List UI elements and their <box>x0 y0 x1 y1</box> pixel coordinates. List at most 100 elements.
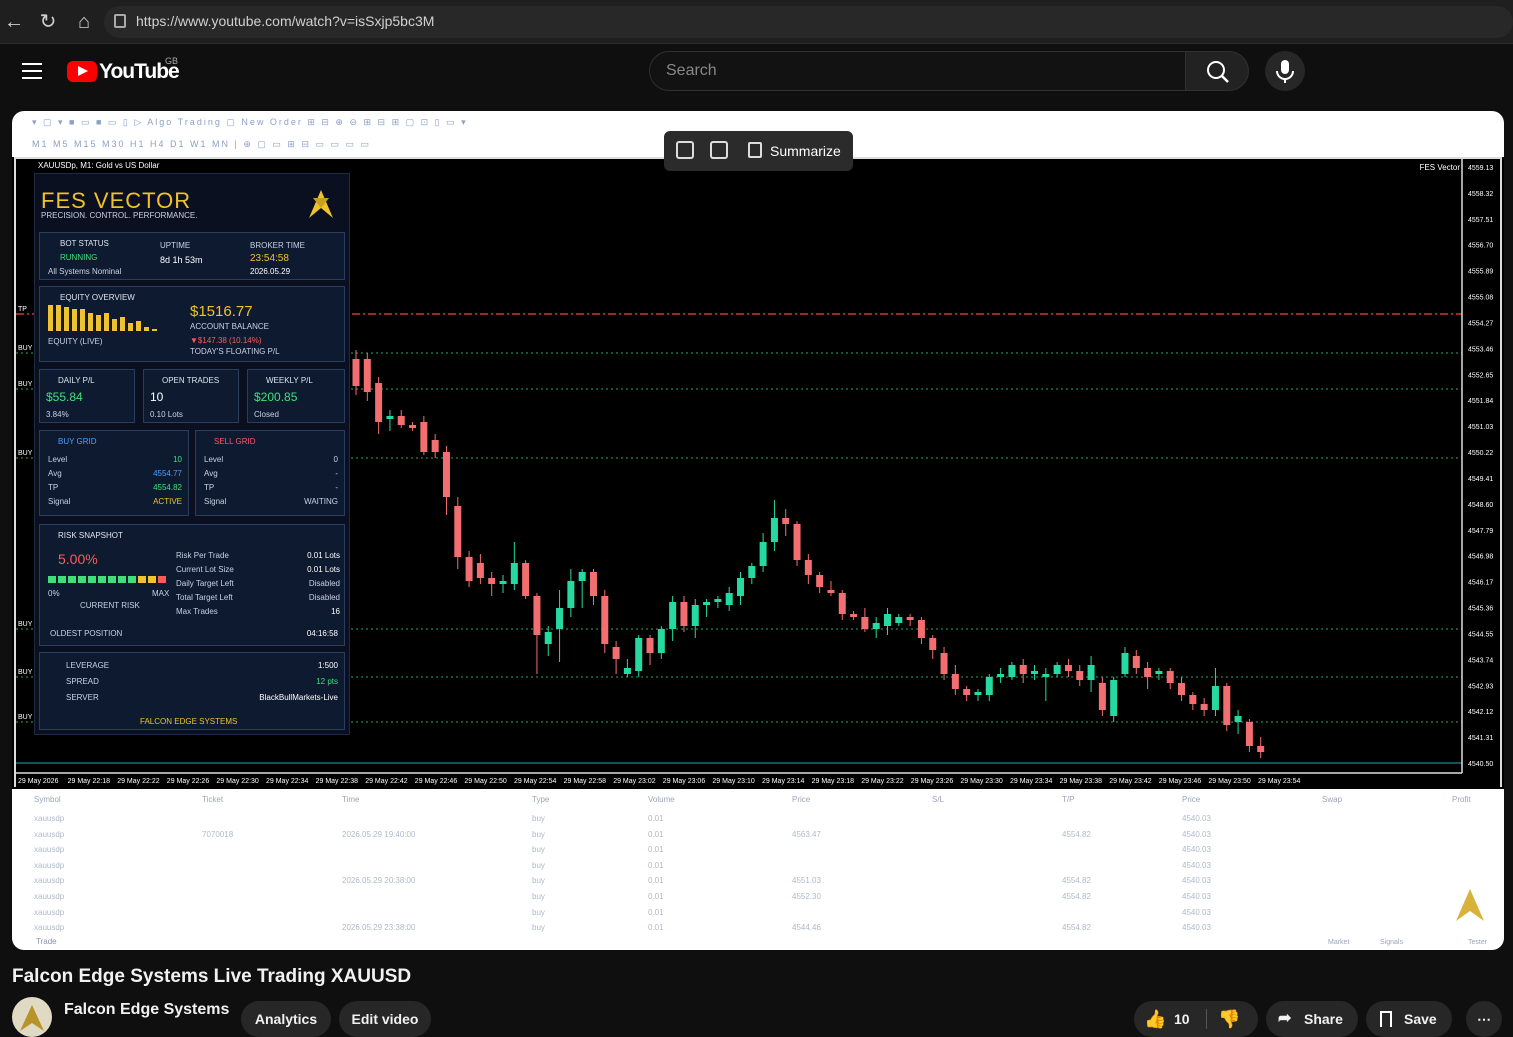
terminal-column-header[interactable]: Type <box>532 795 549 804</box>
terminal-cell: 4554.82 <box>1062 923 1091 933</box>
search-button[interactable] <box>1185 51 1249 91</box>
terminal-column-header[interactable]: Symbol <box>34 795 61 804</box>
terminal-column-header[interactable]: Price <box>792 795 810 804</box>
reload-icon[interactable]: ↻ <box>36 10 60 34</box>
time-tick-label: 29 May 23:26 <box>911 778 954 785</box>
home-icon[interactable]: ⌂ <box>72 10 96 34</box>
terminal-row[interactable]: xauusdp 2026.05.29 23:38:00 buy 0.01 4544.46… <box>12 920 1504 935</box>
url-text[interactable]: https://www.youtube.com/watch?v=isSxjp5b… <box>136 13 434 29</box>
time-tick-label: 29 May 23:42 <box>1109 778 1152 785</box>
level-label: BUY <box>18 714 33 721</box>
terminal-row[interactable]: xauusdp buy 0.01 4540.03 <box>12 858 1504 873</box>
price-tick-label: 4558.32 <box>1468 191 1493 198</box>
terminal-cell: 4554.82 <box>1062 829 1091 839</box>
balance-label: ACCOUNT BALANCE <box>190 322 269 331</box>
country-code: GB <box>165 56 179 66</box>
terminal-row[interactable]: xauusdp buy 0.01 4540.03 <box>12 842 1504 857</box>
share-icon: ➦ <box>1278 1010 1292 1027</box>
falcon-logo-icon <box>309 190 333 218</box>
risk-segment <box>138 576 146 583</box>
analytics-button[interactable]: Analytics <box>241 1001 331 1037</box>
more-actions-button[interactable]: ⋯ <box>1466 1001 1502 1037</box>
terminal-cell: xauusdp <box>34 907 65 917</box>
dislike-icon[interactable]: 👎 <box>1218 1001 1240 1037</box>
grid-key: TP <box>48 483 59 492</box>
level-label: BUY <box>18 345 33 352</box>
terminal-cell: buy <box>532 876 545 886</box>
terminal-column-header[interactable]: Profit <box>1452 795 1471 804</box>
time-tick-label: 29 May 22:26 <box>167 778 210 785</box>
candle-body <box>793 524 801 560</box>
equity-bar <box>64 307 69 331</box>
terminal-column-header[interactable]: T/P <box>1062 795 1074 804</box>
terminal-cell: buy <box>532 907 545 917</box>
channel-name[interactable]: Falcon Edge Systems <box>64 1001 229 1019</box>
open-trades-label: OPEN TRADES <box>162 376 220 385</box>
share-button[interactable]: ➦ Share <box>1266 1001 1358 1037</box>
grid-value: - <box>335 469 338 478</box>
candle-body <box>1053 665 1061 674</box>
open-trades-box: OPEN TRADES 10 0.10 Lots <box>143 369 239 423</box>
terminal-column-header[interactable]: Price <box>1182 795 1200 804</box>
sell-grid-keys: Level Avg TP Signal <box>204 453 226 509</box>
candle-body <box>917 620 925 638</box>
terminal-column-header[interactable]: Ticket <box>202 795 223 804</box>
weekly-pl-label: WEEKLY P/L <box>266 376 313 385</box>
terminal-cell: buy <box>532 860 545 870</box>
tab-signals[interactable]: Signals <box>1380 939 1403 946</box>
terminal-cell: 4551.03 <box>792 876 821 886</box>
terminal-column-header[interactable]: S/L <box>932 795 944 804</box>
time-tick-label: 29 May 23:02 <box>613 778 656 785</box>
price-chart[interactable]: XAUUSDp, M1: Gold vs US Dollar FES Vecto… <box>14 157 1502 787</box>
price-tick-label: 4551.84 <box>1468 398 1493 405</box>
price-tick-label: 4555.89 <box>1468 269 1493 276</box>
like-icon[interactable]: 👍 <box>1144 1001 1166 1037</box>
voice-search-button[interactable] <box>1265 51 1305 91</box>
price-tick-label: 4546.17 <box>1468 580 1493 587</box>
terminal-row[interactable]: xauusdp 7070018 2026.05.29 19:40:00 buy 0.01… <box>12 827 1504 842</box>
equity-bar <box>80 309 85 331</box>
tab-trade[interactable]: Trade <box>36 937 57 946</box>
equity-bar <box>72 309 77 331</box>
daily-pl-value: $55.84 <box>46 390 83 404</box>
terminal-column-header[interactable]: Time <box>342 795 359 804</box>
broker-time-value: 23:54:58 <box>250 253 289 264</box>
oldest-value: 04:16:58 <box>306 629 338 638</box>
terminal-row[interactable]: xauusdp 2026.05.29 20:38:00 buy 0.01 4551.03… <box>12 873 1504 888</box>
channel-avatar[interactable] <box>12 997 52 1037</box>
terminal-cell: 7070018 <box>202 829 234 839</box>
terminal-cell: 0.01 <box>648 892 664 901</box>
candle-body <box>861 617 869 629</box>
back-icon[interactable]: ← <box>2 10 26 34</box>
terminal-column-header[interactable]: Swap <box>1322 795 1342 804</box>
time-tick-label: 29 May 23:18 <box>812 778 855 785</box>
save-button[interactable]: Save <box>1366 1001 1452 1037</box>
video-capture-icon[interactable] <box>710 141 728 159</box>
time-tick-label: 29 May 22:46 <box>415 778 458 785</box>
tab-tester[interactable]: Tester <box>1468 939 1487 946</box>
time-tick-label: 29 May 23:30 <box>960 778 1003 785</box>
time-tick-label: 29 May 23:34 <box>1010 778 1053 785</box>
edit-video-button[interactable]: Edit video <box>339 1001 431 1037</box>
summarize-button[interactable]: Summarize <box>770 143 841 159</box>
menu-icon[interactable] <box>22 63 42 79</box>
terminal-row[interactable]: xauusdp buy 0.01 4552.30 4554.82 4540.03 <box>12 889 1504 904</box>
risk-caption: CURRENT RISK <box>80 601 140 610</box>
risk-label: RISK SNAPSHOT <box>58 531 123 540</box>
summarize-popup[interactable]: Summarize <box>664 131 853 171</box>
candle-body <box>1076 671 1084 680</box>
level-label: BUY <box>18 381 33 388</box>
video-player[interactable]: ▾ ▢ ▾ ■ ▭ ■ ▭ ▯ ▷ Algo Trading ▢ New Ord… <box>12 111 1504 950</box>
terminal-column-header[interactable]: Volume <box>648 795 675 804</box>
brand-tagline: PRECISION. CONTROL. PERFORMANCE. <box>41 211 198 220</box>
tab-market[interactable]: Market <box>1328 939 1349 946</box>
terminal-row[interactable]: xauusdp buy 0.01 4540.03 <box>12 905 1504 920</box>
youtube-header: YouTube GB Search <box>0 44 1513 100</box>
address-bar[interactable]: https://www.youtube.com/watch?v=isSxjp5b… <box>104 6 1513 38</box>
search-input[interactable]: Search <box>649 51 1186 91</box>
candle-body <box>1031 671 1039 674</box>
screenshot-icon[interactable] <box>676 141 694 159</box>
time-tick-label: 29 May 23:46 <box>1159 778 1202 785</box>
candle-body <box>352 359 360 386</box>
terminal-row[interactable]: xauusdp buy 0.01 4540.03 <box>12 811 1504 826</box>
